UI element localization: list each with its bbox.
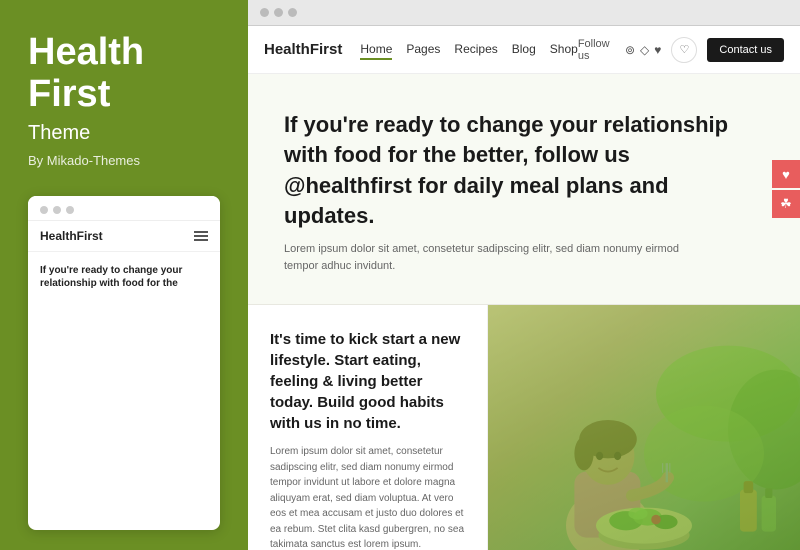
mini-navbar: HealthFirst xyxy=(28,221,220,252)
mini-dot-green xyxy=(66,206,74,214)
cart-icon[interactable]: ♡ xyxy=(671,37,697,63)
navbar: HealthFirst Home Pages Recipes Blog Shop… xyxy=(248,26,800,74)
lower-image xyxy=(488,305,800,550)
mini-content: If you're ready to change your relations… xyxy=(28,252,220,530)
hero-highlight: @healthfirst xyxy=(284,173,412,198)
mini-hero-text: If you're ready to change your relations… xyxy=(40,264,208,291)
nav-recipes[interactable]: Recipes xyxy=(454,42,497,58)
chrome-dot-3 xyxy=(288,8,297,17)
navbar-icons: ♡ xyxy=(671,37,697,63)
chrome-dot-1 xyxy=(260,8,269,17)
hero-side-icons: ♥ ☘ xyxy=(772,160,800,218)
browser-chrome xyxy=(248,0,800,26)
contact-button[interactable]: Contact us xyxy=(707,38,784,62)
navbar-brand: HealthFirst xyxy=(264,41,342,58)
mini-brand: HealthFirst xyxy=(40,229,103,243)
hero-subtext: Lorem ipsum dolor sit amet, consetetur s… xyxy=(284,241,684,274)
side-heart-icon[interactable]: ♥ xyxy=(772,160,800,188)
nav-pages[interactable]: Pages xyxy=(406,42,440,58)
mini-dot-red xyxy=(40,206,48,214)
chrome-dot-2 xyxy=(274,8,283,17)
mini-browser-preview: HealthFirst If you're ready to change yo… xyxy=(28,196,220,530)
sidebar-author: By Mikado-Themes xyxy=(28,153,220,168)
lower-right xyxy=(488,305,800,550)
mini-hamburger-icon xyxy=(194,231,208,241)
sidebar-title: Health First xyxy=(28,32,220,116)
hero-heading: If you're ready to change your relations… xyxy=(284,110,744,231)
sidebar: Health First Theme By Mikado-Themes Heal… xyxy=(0,0,248,550)
nav-home[interactable]: Home xyxy=(360,42,392,58)
sidebar-subtitle: Theme xyxy=(28,122,220,145)
instagram-icon[interactable]: ⊚ xyxy=(625,43,635,57)
mini-browser-bar xyxy=(28,196,220,221)
navbar-links: Home Pages Recipes Blog Shop xyxy=(360,42,577,58)
nav-blog[interactable]: Blog xyxy=(512,42,536,58)
main-area: HealthFirst Home Pages Recipes Blog Shop… xyxy=(248,0,800,550)
lower-left: It's time to kick start a new lifestyle.… xyxy=(248,305,488,550)
nav-shop[interactable]: Shop xyxy=(550,42,578,58)
green-background xyxy=(488,305,800,550)
hero-section: If you're ready to change your relations… xyxy=(248,74,800,305)
mini-dot-yellow xyxy=(53,206,61,214)
lower-body: Lorem ipsum dolor sit amet, consetetur s… xyxy=(270,444,465,550)
navbar-follow: Follow us ⊚ ◇ ♥ xyxy=(578,38,662,62)
side-cart-icon[interactable]: ☘ xyxy=(772,190,800,218)
lower-title: It's time to kick start a new lifestyle.… xyxy=(270,329,465,434)
pinterest-icon[interactable]: ◇ xyxy=(640,43,649,57)
lower-section: It's time to kick start a new lifestyle.… xyxy=(248,305,800,550)
twitter-icon[interactable]: ♥ xyxy=(654,43,661,57)
